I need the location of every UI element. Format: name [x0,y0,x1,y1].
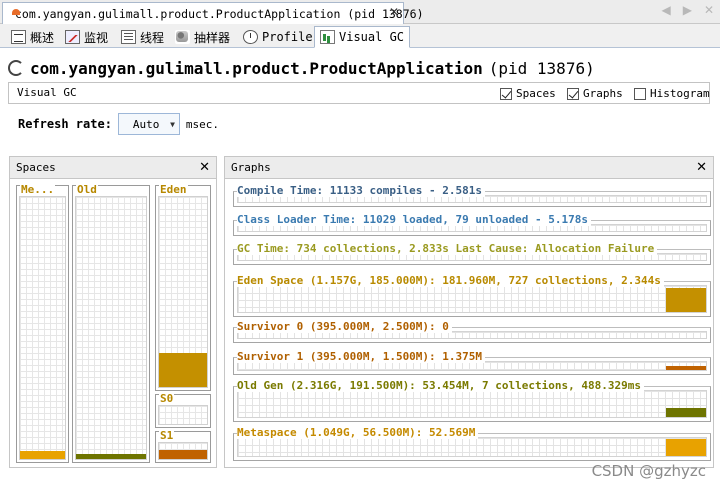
visual-gc-icon [320,30,335,44]
refresh-rate-row: Refresh rate: Auto ▼ msec. [18,113,219,135]
class-loader-graph: Class Loader Time: 11029 loaded, 79 unlo… [233,214,711,236]
survivor-1-graph: Survivor 1 (395.000M, 1.500M): 1.375M [233,351,711,375]
tab-profiler[interactable]: Profiler [238,26,325,48]
tab-monitor-label: 监视 [84,30,109,45]
refresh-rate-value: Auto [132,117,160,131]
histogram-checkbox-box[interactable] [634,87,646,100]
survivor-1-column: S1 [155,429,211,463]
tab-visual-gc[interactable]: Visual GC [314,26,411,48]
watermark: CSDN @gzhyzc [591,462,706,480]
document-tab[interactable]: com.yangyan.gulimall.product.ProductAppl… [2,2,424,24]
eden-space-fill [666,288,706,312]
survivor-0-grid [158,405,208,425]
refresh-rate-unit: msec. [185,117,220,131]
metaspace-graph-label: Metaspace (1.049G, 56.500M): 52.569M [237,427,479,439]
close-spaces-panel-icon[interactable]: ✕ [199,160,210,175]
monitor-icon [65,30,80,44]
histogram-checkbox[interactable]: Histogram [634,87,710,100]
graphs-panel-title: Graphs [231,161,271,174]
application-name: com.yangyan.gulimall.product.ProductAppl… [30,58,483,78]
tab-overview-label: 概述 [30,30,55,45]
threads-icon [121,30,136,44]
old-gen-fill [76,453,146,459]
eden-column: Eden [155,183,211,391]
sampler-icon [175,30,190,44]
tab-navigation: ◀ ▶ ✕ [661,3,714,17]
eden-space-graph: Eden Space (1.157G, 185.000M): 181.960M,… [233,275,711,317]
survivor-0-graph: Survivor 0 (395.000M, 2.500M): 0 [233,321,711,343]
close-window-icon[interactable]: ✕ [704,3,714,17]
eden-fill [159,352,207,387]
document-tab-title: com.yangyan.gulimall.product.ProductAppl… [15,6,424,21]
tool-tab-bar: 概述 监视 线程 抽样器 Profiler Visual GC [0,24,720,48]
spaces-checkbox[interactable]: Spaces [500,87,556,100]
old-gen-label: Old [76,183,98,196]
survivor-0-label: S0 [159,392,175,405]
metaspace-column: Me... [16,183,69,463]
spaces-checkbox-box[interactable] [500,87,512,100]
tab-visual-gc-label: Visual GC [339,30,405,44]
old-gen-graph-grid [237,390,707,418]
survivor-1-fill [159,450,207,459]
graphs-checkbox-label: Graphs [583,87,623,100]
old-gen-column: Old [72,183,150,463]
tab-threads[interactable]: 线程 [116,26,169,48]
spaces-panel-header: Spaces ✕ [10,157,216,179]
visual-gc-label: Visual GC [17,86,77,99]
eden-space-label: Eden Space (1.157G, 185.000M): 181.960M,… [237,275,664,287]
metaspace-fill [20,451,65,459]
scroll-left-icon[interactable]: ◀ [661,3,670,17]
tab-sampler[interactable]: 抽样器 [170,26,235,48]
metaspace-graph: Metaspace (1.049G, 56.500M): 52.569M [233,427,711,461]
compile-time-graph: Compile Time: 11133 compiles - 2.581s [233,185,711,207]
gc-time-label: GC Time: 734 collections, 2.833s Last Ca… [237,243,658,255]
application-pid: (pid 13876) [488,58,595,78]
graphs-panel-header: Graphs ✕ [225,157,713,179]
visual-gc-options-bar: Visual GC Spaces Graphs Histogram [8,82,710,104]
tab-sampler-label: 抽样器 [194,30,231,45]
old-gen-grid [75,196,147,460]
survivor-1-label: S1 [159,429,175,442]
compile-time-label: Compile Time: 11133 compiles - 2.581s [237,185,486,197]
spaces-panel-title: Spaces [16,161,56,174]
survivor-1-grid [158,442,208,460]
loading-spinner-icon [8,60,24,76]
chevron-down-icon: ▼ [170,119,175,129]
eden-grid [158,196,208,388]
close-graphs-panel-icon[interactable]: ✕ [696,160,707,175]
close-tab-icon[interactable]: ✕ [389,5,399,19]
spaces-panel: Spaces ✕ Me... Old Eden S0 S1 [9,156,217,468]
graphs-checkbox-box[interactable] [567,87,579,100]
gc-time-graph: GC Time: 734 collections, 2.833s Last Ca… [233,243,711,265]
metaspace-graph-fill [666,439,706,456]
spaces-checkbox-label: Spaces [516,87,556,100]
refresh-rate-select[interactable]: Auto ▼ [117,113,180,135]
class-loader-label: Class Loader Time: 11029 loaded, 79 unlo… [237,214,591,226]
refresh-rate-label: Refresh rate: [18,117,112,131]
graphs-panel: Graphs ✕ Compile Time: 11133 compiles - … [224,156,714,468]
old-gen-graph-fill [666,407,706,417]
tab-monitor[interactable]: 监视 [60,26,113,48]
profiler-icon [243,30,258,44]
survivor-0-graph-label: Survivor 0 (395.000M, 2.500M): 0 [237,321,452,333]
metaspace-graph-grid [237,437,707,457]
eden-space-grid [237,285,707,313]
tab-overview[interactable]: 概述 [6,26,59,48]
tab-profiler-label: Profiler [262,30,320,44]
document-tab-bar: com.yangyan.gulimall.product.ProductAppl… [0,0,720,24]
survivor-1-graph-label: Survivor 1 (395.000M, 1.500M): 1.375M [237,351,486,363]
histogram-checkbox-label: Histogram [650,87,710,100]
tab-threads-label: 线程 [140,30,165,45]
application-header: com.yangyan.gulimall.product.ProductAppl… [8,56,595,80]
metaspace-grid [19,196,66,460]
survivor-0-column: S0 [155,392,211,428]
metaspace-label: Me... [20,183,56,196]
old-gen-graph-label: Old Gen (2.316G, 191.500M): 53.454M, 7 c… [237,380,644,392]
overview-icon [11,30,26,44]
scroll-right-icon[interactable]: ▶ [683,3,692,17]
eden-label: Eden [159,183,188,196]
survivor-1-graph-fill [666,366,706,370]
graphs-checkbox[interactable]: Graphs [567,87,623,100]
old-gen-graph: Old Gen (2.316G, 191.500M): 53.454M, 7 c… [233,380,711,422]
